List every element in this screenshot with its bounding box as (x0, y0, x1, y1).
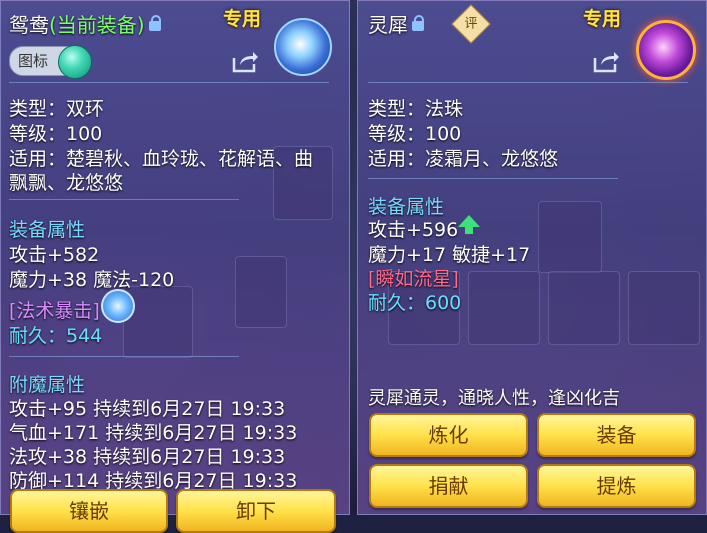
share-icon[interactable] (231, 50, 259, 74)
item-icon-orb[interactable] (636, 20, 696, 80)
enchant-header: 附魔属性 (9, 374, 86, 396)
attack-line: 攻击+582 (9, 244, 100, 266)
unequip-button[interactable]: 卸下 (176, 489, 336, 533)
item-title-left: 鸳鸯(当前装备) (9, 9, 161, 38)
inlay-button[interactable]: 镶嵌 (10, 489, 168, 533)
equip-attr-header: 装备属性 (9, 219, 86, 241)
divider (368, 178, 618, 179)
background-slot (468, 271, 540, 345)
background-slot (628, 271, 700, 345)
magic-line: 魔力+38 魔法-120 (9, 269, 175, 291)
toggle-label: 图标 (18, 52, 49, 70)
swirl-icon (101, 289, 135, 323)
applicable-line: 适用：凌霜月、龙悠悠 (368, 148, 559, 170)
applicable-line-1: 适用：楚碧秋、血玲珑、花解语、曲 (9, 148, 314, 170)
attack-line: 攻击+596 (368, 219, 459, 241)
divider (9, 356, 239, 357)
enchant-line-3: 法攻+38 持续到6月27日 19:33 (9, 446, 286, 468)
divider (9, 199, 239, 200)
item-description: 灵犀通灵，通晓人性，逢凶化吉 (368, 388, 620, 409)
type-line: 类型：法珠 (368, 98, 464, 120)
up-arrow-icon (458, 215, 480, 234)
background-slot (538, 201, 602, 273)
refine-button[interactable]: 炼化 (369, 413, 528, 457)
background-slot (548, 271, 620, 345)
divider (9, 82, 329, 83)
exclusive-tag: 专用 (223, 8, 262, 30)
lock-icon (148, 15, 161, 31)
special-skill: [法术暴击] (9, 300, 100, 322)
donate-button[interactable]: 捐献 (369, 464, 528, 508)
applicable-line-2: 飘飘、龙悠悠 (9, 172, 124, 194)
enchant-line-2: 气血+171 持续到6月27日 19:33 (9, 422, 298, 444)
toggle-knob-icon[interactable] (58, 45, 92, 79)
extract-button[interactable]: 提炼 (537, 464, 696, 508)
share-icon[interactable] (592, 50, 620, 74)
grade-label: 评 (464, 16, 478, 32)
special-skill: [瞬如流星] (368, 268, 459, 290)
item-title-right: 灵犀 (368, 9, 424, 38)
icon-toggle[interactable]: 图标 (9, 45, 92, 79)
background-slot (123, 286, 193, 358)
enchant-line-1: 攻击+95 持续到6月27日 19:33 (9, 398, 286, 420)
exclusive-tag: 专用 (583, 8, 622, 30)
lock-icon (412, 15, 424, 31)
level-line: 等级：100 (368, 123, 462, 145)
level-line: 等级：100 (9, 123, 103, 145)
equip-button[interactable]: 装备 (537, 413, 696, 457)
background-slot (235, 256, 287, 328)
item-icon-rings[interactable] (274, 18, 332, 76)
type-line: 类型：双环 (9, 98, 105, 120)
stats-line: 魔力+17 敏捷+17 (368, 244, 531, 266)
durability-line: 耐久：600 (368, 292, 462, 314)
durability-line: 耐久：544 (9, 325, 103, 347)
divider (368, 82, 688, 83)
